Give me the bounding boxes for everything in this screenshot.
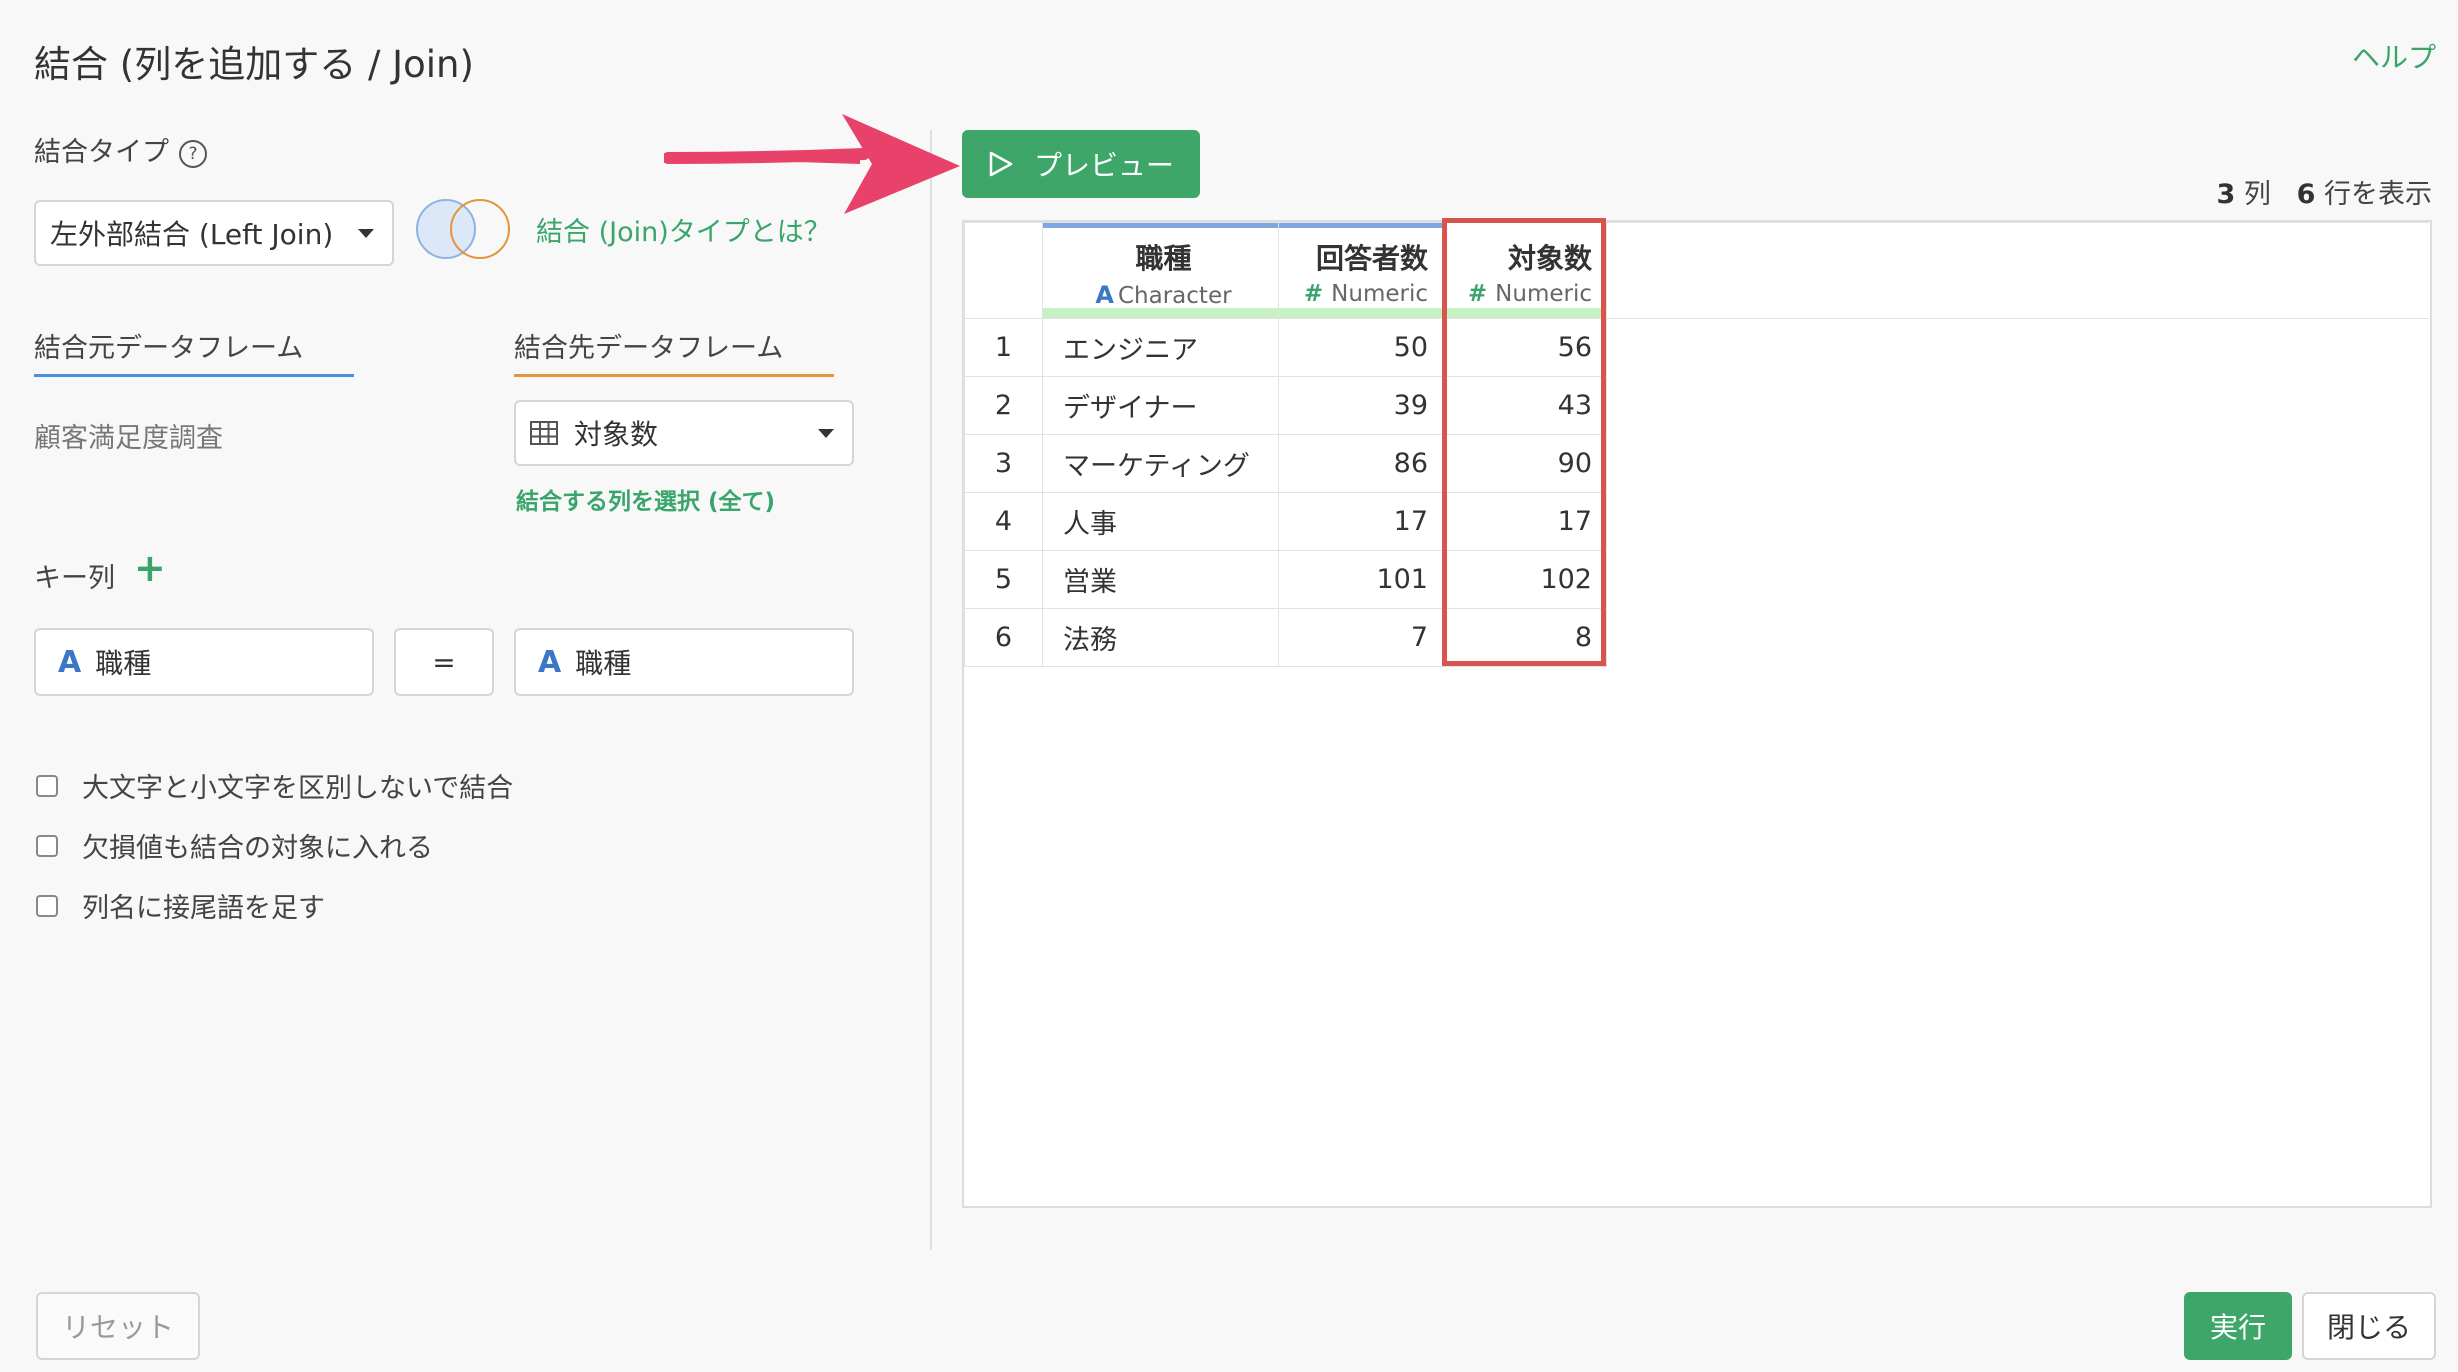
option-add-suffix[interactable]: 列名に接尾語を足す xyxy=(36,886,325,925)
play-icon xyxy=(989,151,1013,177)
option-case-insensitive[interactable]: 大文字と小文字を区別しないで結合 xyxy=(36,766,513,805)
character-type-icon: A xyxy=(538,644,562,680)
key-right-field[interactable]: A 職種 xyxy=(514,628,854,696)
join-type-select[interactable]: 左外部結合 (Left Join) xyxy=(34,200,394,266)
column-header-job[interactable]: 職種 A Character xyxy=(1042,222,1279,319)
table-row: 1 エンジニア 50 56 xyxy=(964,318,2429,377)
key-left-field[interactable]: A 職種 xyxy=(34,628,374,696)
target-dataframe-tab[interactable]: 結合先データフレーム xyxy=(514,326,783,365)
dialog-title: 結合 (列を追加する / Join) xyxy=(34,43,474,86)
join-type-label: 結合タイプ? xyxy=(34,130,207,169)
table-row: 4 人事 17 17 xyxy=(964,492,2429,551)
table-row: 5 営業 101 102 xyxy=(964,550,2429,609)
add-key-icon[interactable]: + xyxy=(134,546,166,590)
source-dataframe-tab[interactable]: 結合元データフレーム xyxy=(34,326,303,365)
panel-divider xyxy=(930,130,932,1250)
table-header-row: 職種 A Character 回答者数 # Numeric 対象数 # Numeric xyxy=(964,222,2429,319)
option-include-na[interactable]: 欠損値も結合の対象に入れる xyxy=(36,826,433,865)
table-row: 2 デザイナー 39 43 xyxy=(964,376,2429,435)
select-columns-link[interactable]: 結合する列を選択 (全て) xyxy=(516,482,775,516)
target-dataframe-select[interactable]: 対象数 xyxy=(514,400,854,466)
preview-grid: 職種 A Character 回答者数 # Numeric 対象数 # Numeric… xyxy=(962,220,2432,1208)
target-tab-underline xyxy=(514,374,834,377)
checkbox[interactable] xyxy=(36,834,58,857)
character-type-icon: A xyxy=(58,644,82,680)
pink-arrow-annotation xyxy=(664,114,960,214)
reset-button[interactable]: リセット xyxy=(36,1292,200,1360)
checkbox[interactable] xyxy=(36,894,58,917)
column-header-respondents[interactable]: 回答者数 # Numeric xyxy=(1278,222,1443,319)
checkbox[interactable] xyxy=(36,774,58,797)
key-equals-operator[interactable]: = xyxy=(394,628,494,696)
close-button[interactable]: 閉じる xyxy=(2302,1292,2436,1360)
source-dataframe-name: 顧客満足度調査 xyxy=(34,423,223,454)
character-type-icon: A xyxy=(1095,281,1114,309)
venn-diagram-icon xyxy=(416,199,510,259)
preview-summary: 3 列 6 行を表示 xyxy=(2216,179,2432,210)
chevron-down-icon xyxy=(358,229,374,238)
table-icon xyxy=(530,421,558,445)
key-columns-label: キー列 xyxy=(34,563,115,594)
row-number-header xyxy=(964,222,1043,319)
chevron-down-icon xyxy=(818,429,834,438)
empty-header-space xyxy=(1606,222,2429,319)
question-icon[interactable]: ? xyxy=(179,139,207,168)
source-tab-underline xyxy=(34,374,354,377)
numeric-type-icon: # xyxy=(1303,281,1324,307)
help-link[interactable]: ヘルプ xyxy=(2352,36,2436,76)
preview-table: 職種 A Character 回答者数 # Numeric 対象数 # Numeric… xyxy=(964,222,2429,667)
preview-button[interactable]: プレビュー xyxy=(962,130,1200,198)
table-row: 3 マーケティング 86 90 xyxy=(964,434,2429,493)
table-row: 6 法務 7 8 xyxy=(964,608,2429,667)
run-button[interactable]: 実行 xyxy=(2184,1292,2292,1360)
highlight-box-target-column xyxy=(1442,218,1606,666)
